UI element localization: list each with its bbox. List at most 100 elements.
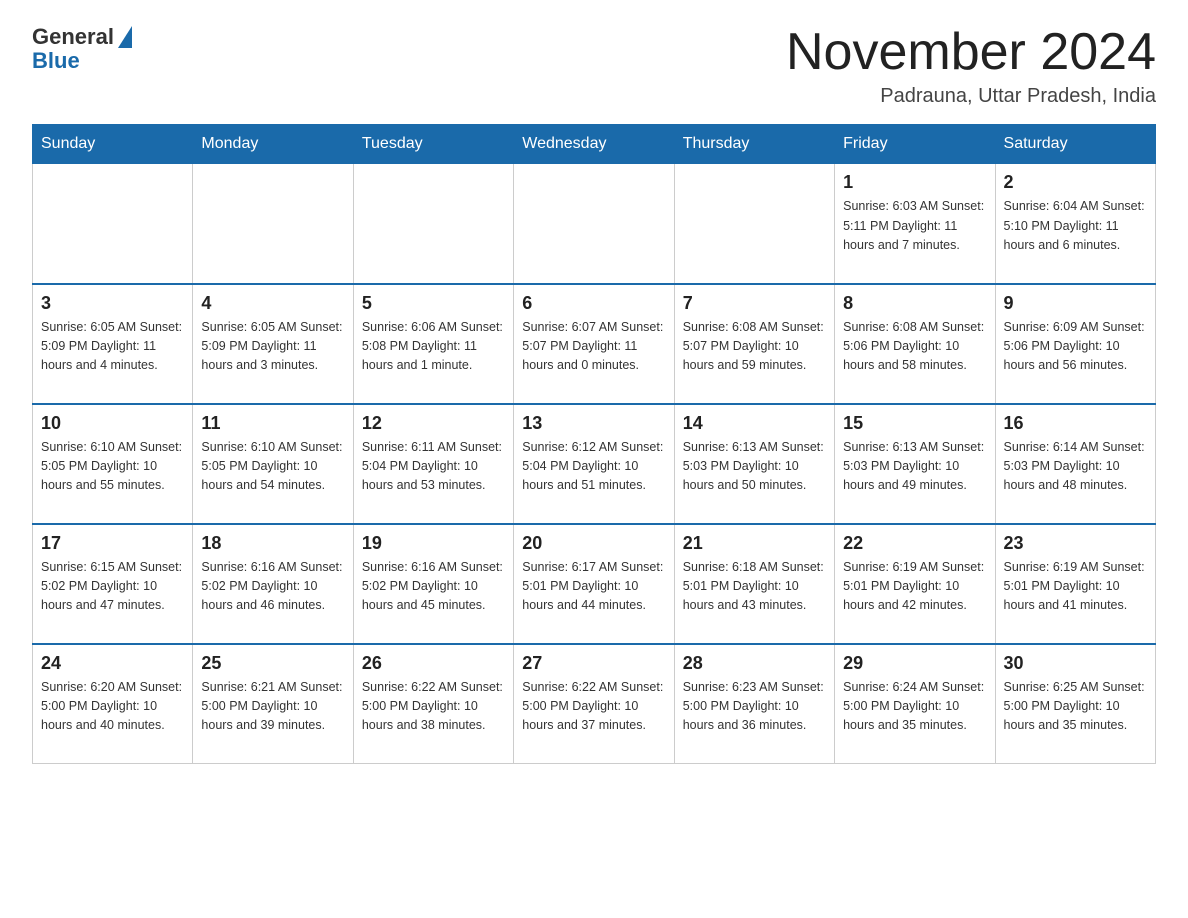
calendar-cell: 6Sunrise: 6:07 AM Sunset: 5:07 PM Daylig…	[514, 284, 674, 404]
calendar-cell: 30 Sunrise: 6:25 AM Sunset: 5:00 PM Dayli…	[995, 644, 1155, 764]
day-info: Sunrise: 6:13 AM Sunset: 5:03 PM Dayligh…	[843, 438, 986, 496]
day-info: Sunrise: 6:24 AM Sunset: 5:00 PM Dayligh…	[843, 678, 986, 736]
calendar-cell: 20 Sunrise: 6:17 AM Sunset: 5:01 PM Dayli…	[514, 524, 674, 644]
day-number: 10	[41, 413, 184, 434]
day-number: 29	[843, 653, 986, 674]
title-section: November 2024 Padrauna, Uttar Pradesh, I…	[786, 24, 1156, 108]
calendar-cell: 17 Sunrise: 6:15 AM Sunset: 5:02 PM Dayli…	[33, 524, 193, 644]
day-of-week-header: Tuesday	[353, 125, 513, 164]
day-info: Sunrise: 6:12 AM Sunset: 5:04 PM Dayligh…	[522, 438, 665, 496]
day-info: Sunrise: 6:22 AM Sunset: 5:00 PM Dayligh…	[362, 678, 505, 736]
logo-general-text: General	[32, 24, 114, 50]
day-info: Sunrise: 6:04 AM Sunset: 5:10 PM Dayligh…	[1004, 197, 1147, 255]
day-info: Sunrise: 6:08 AM Sunset: 5:06 PM Dayligh…	[843, 318, 986, 376]
day-number: 5	[362, 293, 505, 314]
calendar-cell: 16Sunrise: 6:14 AM Sunset: 5:03 PM Dayli…	[995, 404, 1155, 524]
day-info: Sunrise: 6:08 AM Sunset: 5:07 PM Dayligh…	[683, 318, 826, 376]
day-info: Sunrise: 6:25 AM Sunset: 5:00 PM Dayligh…	[1004, 678, 1147, 736]
calendar-cell: 13 Sunrise: 6:12 AM Sunset: 5:04 PM Dayli…	[514, 404, 674, 524]
day-number: 20	[522, 533, 665, 554]
calendar-cell: 15 Sunrise: 6:13 AM Sunset: 5:03 PM Dayli…	[835, 404, 995, 524]
calendar-cell: 1 Sunrise: 6:03 AM Sunset: 5:11 PM Daylig…	[835, 164, 995, 284]
day-info: Sunrise: 6:19 AM Sunset: 5:01 PM Dayligh…	[843, 558, 986, 616]
day-number: 27	[522, 653, 665, 674]
calendar-cell: 27 Sunrise: 6:22 AM Sunset: 5:00 PM Dayli…	[514, 644, 674, 764]
day-number: 15	[843, 413, 986, 434]
calendar-cell	[674, 164, 834, 284]
day-info: Sunrise: 6:05 AM Sunset: 5:09 PM Dayligh…	[41, 318, 184, 376]
day-number: 21	[683, 533, 826, 554]
calendar-cell: 29 Sunrise: 6:24 AM Sunset: 5:00 PM Dayli…	[835, 644, 995, 764]
day-number: 26	[362, 653, 505, 674]
day-info: Sunrise: 6:19 AM Sunset: 5:01 PM Dayligh…	[1004, 558, 1147, 616]
calendar-week-row: 3 Sunrise: 6:05 AM Sunset: 5:09 PM Daylig…	[33, 284, 1156, 404]
calendar-cell: 7Sunrise: 6:08 AM Sunset: 5:07 PM Daylig…	[674, 284, 834, 404]
day-number: 3	[41, 293, 184, 314]
day-info: Sunrise: 6:11 AM Sunset: 5:04 PM Dayligh…	[362, 438, 505, 496]
day-info: Sunrise: 6:20 AM Sunset: 5:00 PM Dayligh…	[41, 678, 184, 736]
day-of-week-header: Thursday	[674, 125, 834, 164]
calendar-cell: 12 Sunrise: 6:11 AM Sunset: 5:04 PM Dayli…	[353, 404, 513, 524]
day-of-week-header: Saturday	[995, 125, 1155, 164]
day-info: Sunrise: 6:16 AM Sunset: 5:02 PM Dayligh…	[362, 558, 505, 616]
calendar-cell	[193, 164, 353, 284]
day-info: Sunrise: 6:09 AM Sunset: 5:06 PM Dayligh…	[1004, 318, 1147, 376]
calendar-cell: 19 Sunrise: 6:16 AM Sunset: 5:02 PM Dayli…	[353, 524, 513, 644]
calendar-cell: 3 Sunrise: 6:05 AM Sunset: 5:09 PM Daylig…	[33, 284, 193, 404]
day-info: Sunrise: 6:17 AM Sunset: 5:01 PM Dayligh…	[522, 558, 665, 616]
calendar-cell	[514, 164, 674, 284]
calendar-cell: 25 Sunrise: 6:21 AM Sunset: 5:00 PM Dayli…	[193, 644, 353, 764]
calendar-cell: 2 Sunrise: 6:04 AM Sunset: 5:10 PM Daylig…	[995, 164, 1155, 284]
calendar-table: SundayMondayTuesdayWednesdayThursdayFrid…	[32, 124, 1156, 764]
day-of-week-header: Wednesday	[514, 125, 674, 164]
logo-blue-text: Blue	[32, 48, 80, 74]
calendar-week-row: 10 Sunrise: 6:10 AM Sunset: 5:05 PM Dayli…	[33, 404, 1156, 524]
day-number: 19	[362, 533, 505, 554]
day-number: 1	[843, 172, 986, 193]
calendar-cell: 23 Sunrise: 6:19 AM Sunset: 5:01 PM Dayli…	[995, 524, 1155, 644]
day-info: Sunrise: 6:06 AM Sunset: 5:08 PM Dayligh…	[362, 318, 505, 376]
calendar-cell: 22 Sunrise: 6:19 AM Sunset: 5:01 PM Dayli…	[835, 524, 995, 644]
logo-triangle-icon	[118, 26, 132, 48]
day-number: 12	[362, 413, 505, 434]
calendar-cell: 10 Sunrise: 6:10 AM Sunset: 5:05 PM Dayli…	[33, 404, 193, 524]
calendar-cell: 5 Sunrise: 6:06 AM Sunset: 5:08 PM Daylig…	[353, 284, 513, 404]
calendar-cell: 8 Sunrise: 6:08 AM Sunset: 5:06 PM Daylig…	[835, 284, 995, 404]
calendar-week-row: 17 Sunrise: 6:15 AM Sunset: 5:02 PM Dayli…	[33, 524, 1156, 644]
day-number: 25	[201, 653, 344, 674]
day-number: 13	[522, 413, 665, 434]
day-info: Sunrise: 6:23 AM Sunset: 5:00 PM Dayligh…	[683, 678, 826, 736]
day-number: 16	[1004, 413, 1147, 434]
day-number: 17	[41, 533, 184, 554]
day-number: 23	[1004, 533, 1147, 554]
day-number: 22	[843, 533, 986, 554]
calendar-week-row: 1 Sunrise: 6:03 AM Sunset: 5:11 PM Daylig…	[33, 164, 1156, 284]
day-number: 9	[1004, 293, 1147, 314]
day-info: Sunrise: 6:15 AM Sunset: 5:02 PM Dayligh…	[41, 558, 184, 616]
day-number: 30	[1004, 653, 1147, 674]
day-number: 11	[201, 413, 344, 434]
day-info: Sunrise: 6:03 AM Sunset: 5:11 PM Dayligh…	[843, 197, 986, 255]
calendar-cell: 28Sunrise: 6:23 AM Sunset: 5:00 PM Dayli…	[674, 644, 834, 764]
page-header: General Blue November 2024 Padrauna, Utt…	[32, 24, 1156, 108]
day-info: Sunrise: 6:07 AM Sunset: 5:07 PM Dayligh…	[522, 318, 665, 376]
day-number: 24	[41, 653, 184, 674]
day-info: Sunrise: 6:10 AM Sunset: 5:05 PM Dayligh…	[201, 438, 344, 496]
logo: General Blue	[32, 24, 132, 74]
day-info: Sunrise: 6:21 AM Sunset: 5:00 PM Dayligh…	[201, 678, 344, 736]
calendar-week-row: 24 Sunrise: 6:20 AM Sunset: 5:00 PM Dayli…	[33, 644, 1156, 764]
calendar-cell: 11 Sunrise: 6:10 AM Sunset: 5:05 PM Dayli…	[193, 404, 353, 524]
day-of-week-header: Friday	[835, 125, 995, 164]
day-number: 18	[201, 533, 344, 554]
day-number: 2	[1004, 172, 1147, 193]
day-number: 4	[201, 293, 344, 314]
day-info: Sunrise: 6:22 AM Sunset: 5:00 PM Dayligh…	[522, 678, 665, 736]
day-info: Sunrise: 6:10 AM Sunset: 5:05 PM Dayligh…	[41, 438, 184, 496]
day-of-week-header: Monday	[193, 125, 353, 164]
day-info: Sunrise: 6:05 AM Sunset: 5:09 PM Dayligh…	[201, 318, 344, 376]
calendar-header-row: SundayMondayTuesdayWednesdayThursdayFrid…	[33, 125, 1156, 164]
day-number: 8	[843, 293, 986, 314]
calendar-cell	[353, 164, 513, 284]
calendar-cell: 14Sunrise: 6:13 AM Sunset: 5:03 PM Dayli…	[674, 404, 834, 524]
calendar-cell: 9 Sunrise: 6:09 AM Sunset: 5:06 PM Daylig…	[995, 284, 1155, 404]
